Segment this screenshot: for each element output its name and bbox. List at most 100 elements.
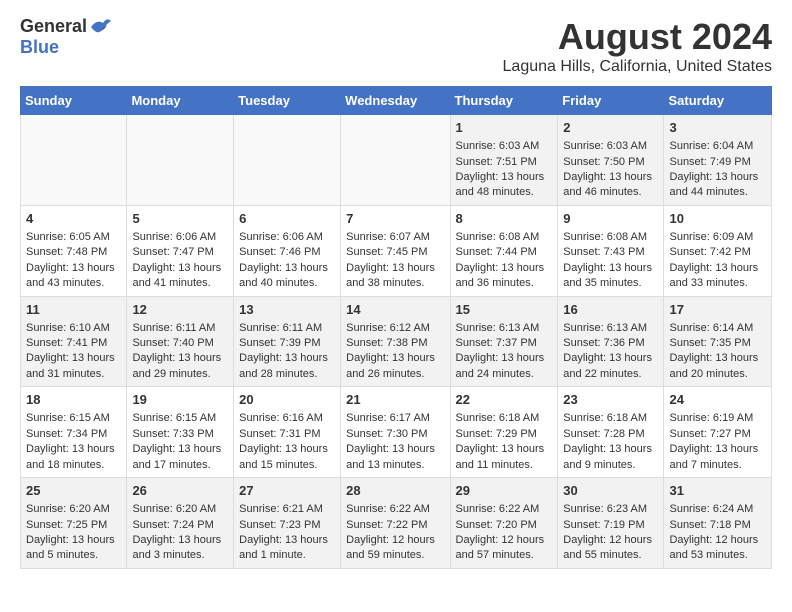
calendar-cell: 27Sunrise: 6:21 AMSunset: 7:23 PMDayligh… xyxy=(234,478,341,569)
day-number: 5 xyxy=(132,210,228,228)
cell-text: Sunset: 7:22 PM xyxy=(346,518,444,533)
day-number: 18 xyxy=(26,391,121,409)
cell-text: Daylight: 13 hours and 41 minutes. xyxy=(132,261,228,292)
day-number: 28 xyxy=(346,482,444,500)
calendar-cell: 28Sunrise: 6:22 AMSunset: 7:22 PMDayligh… xyxy=(341,478,450,569)
calendar-week-row: 4Sunrise: 6:05 AMSunset: 7:48 PMDaylight… xyxy=(21,205,772,296)
cell-text: Sunrise: 6:05 AM xyxy=(26,230,121,245)
cell-text: Daylight: 13 hours and 36 minutes. xyxy=(456,261,553,292)
cell-text: Sunrise: 6:11 AM xyxy=(132,321,228,336)
day-number: 24 xyxy=(669,391,766,409)
calendar-cell xyxy=(127,115,234,206)
calendar-cell: 7Sunrise: 6:07 AMSunset: 7:45 PMDaylight… xyxy=(341,205,450,296)
cell-text: Sunset: 7:23 PM xyxy=(239,518,335,533)
cell-text: Sunrise: 6:22 AM xyxy=(456,502,553,517)
calendar-cell: 3Sunrise: 6:04 AMSunset: 7:49 PMDaylight… xyxy=(664,115,772,206)
cell-text: Sunset: 7:45 PM xyxy=(346,245,444,260)
cell-text: Sunrise: 6:12 AM xyxy=(346,321,444,336)
calendar-cell: 14Sunrise: 6:12 AMSunset: 7:38 PMDayligh… xyxy=(341,296,450,387)
page-header: General Blue August 2024 Laguna Hills, C… xyxy=(20,16,772,76)
cell-text: Daylight: 13 hours and 20 minutes. xyxy=(669,351,766,382)
cell-text: Daylight: 13 hours and 5 minutes. xyxy=(26,533,121,564)
day-number: 29 xyxy=(456,482,553,500)
cell-text: Sunset: 7:34 PM xyxy=(26,427,121,442)
day-number: 19 xyxy=(132,391,228,409)
subtitle: Laguna Hills, California, United States xyxy=(503,58,772,76)
calendar-week-row: 1Sunrise: 6:03 AMSunset: 7:51 PMDaylight… xyxy=(21,115,772,206)
day-number: 21 xyxy=(346,391,444,409)
day-number: 31 xyxy=(669,482,766,500)
cell-text: Sunrise: 6:06 AM xyxy=(239,230,335,245)
cell-text: Sunset: 7:20 PM xyxy=(456,518,553,533)
cell-text: Daylight: 13 hours and 9 minutes. xyxy=(563,442,658,473)
cell-text: Sunset: 7:28 PM xyxy=(563,427,658,442)
cell-text: Daylight: 13 hours and 33 minutes. xyxy=(669,261,766,292)
cell-text: Daylight: 13 hours and 13 minutes. xyxy=(346,442,444,473)
cell-text: Sunrise: 6:07 AM xyxy=(346,230,444,245)
cell-text: Sunset: 7:46 PM xyxy=(239,245,335,260)
cell-text: Daylight: 13 hours and 40 minutes. xyxy=(239,261,335,292)
day-number: 11 xyxy=(26,301,121,319)
cell-text: Sunset: 7:33 PM xyxy=(132,427,228,442)
cell-text: Daylight: 13 hours and 3 minutes. xyxy=(132,533,228,564)
calendar-cell: 8Sunrise: 6:08 AMSunset: 7:44 PMDaylight… xyxy=(450,205,558,296)
day-number: 20 xyxy=(239,391,335,409)
cell-text: Sunset: 7:37 PM xyxy=(456,336,553,351)
cell-text: Sunset: 7:25 PM xyxy=(26,518,121,533)
calendar-cell: 30Sunrise: 6:23 AMSunset: 7:19 PMDayligh… xyxy=(558,478,664,569)
calendar-cell: 29 Sunrise: 6:22 AMSunset: 7:20 PMDayligh… xyxy=(450,478,558,569)
day-number: 27 xyxy=(239,482,335,500)
calendar-cell: 18 Sunrise: 6:15 AMSunset: 7:34 PMDayligh… xyxy=(21,387,127,478)
cell-text: Sunset: 7:18 PM xyxy=(669,518,766,533)
cell-text: Daylight: 13 hours and 11 minutes. xyxy=(456,442,553,473)
day-number: 9 xyxy=(563,210,658,228)
cell-text: Daylight: 13 hours and 18 minutes. xyxy=(26,442,121,473)
cell-text: Sunrise: 6:19 AM xyxy=(669,411,766,426)
cell-text: Sunset: 7:51 PM xyxy=(456,155,553,170)
calendar-table: SundayMondayTuesdayWednesdayThursdayFrid… xyxy=(20,86,772,569)
cell-text: Sunrise: 6:18 AM xyxy=(563,411,658,426)
day-number: 4 xyxy=(26,210,121,228)
cell-text: Sunrise: 6:15 AM xyxy=(26,411,121,426)
cell-text: Sunset: 7:24 PM xyxy=(132,518,228,533)
calendar-header-monday: Monday xyxy=(127,87,234,115)
cell-text: Sunset: 7:40 PM xyxy=(132,336,228,351)
calendar-cell: 20Sunrise: 6:16 AMSunset: 7:31 PMDayligh… xyxy=(234,387,341,478)
logo-general-text: General xyxy=(20,16,87,37)
cell-text: Sunrise: 6:08 AM xyxy=(456,230,553,245)
day-number: 23 xyxy=(563,391,658,409)
day-number: 6 xyxy=(239,210,335,228)
cell-text: Sunset: 7:38 PM xyxy=(346,336,444,351)
calendar-header-sunday: Sunday xyxy=(21,87,127,115)
cell-text: Sunrise: 6:03 AM xyxy=(563,139,658,154)
cell-text: Daylight: 13 hours and 29 minutes. xyxy=(132,351,228,382)
calendar-header-friday: Friday xyxy=(558,87,664,115)
day-number: 22 xyxy=(456,391,553,409)
cell-text: Sunset: 7:47 PM xyxy=(132,245,228,260)
main-title: August 2024 xyxy=(503,16,772,58)
cell-text: Sunrise: 6:17 AM xyxy=(346,411,444,426)
calendar-cell: 26Sunrise: 6:20 AMSunset: 7:24 PMDayligh… xyxy=(127,478,234,569)
calendar-week-row: 11Sunrise: 6:10 AMSunset: 7:41 PMDayligh… xyxy=(21,296,772,387)
logo-blue-text: Blue xyxy=(20,37,59,58)
cell-text: Sunset: 7:29 PM xyxy=(456,427,553,442)
cell-text: Daylight: 12 hours and 57 minutes. xyxy=(456,533,553,564)
calendar-cell xyxy=(234,115,341,206)
cell-text: Daylight: 13 hours and 15 minutes. xyxy=(239,442,335,473)
day-number: 10 xyxy=(669,210,766,228)
cell-text: Daylight: 13 hours and 43 minutes. xyxy=(26,261,121,292)
cell-text: Sunset: 7:39 PM xyxy=(239,336,335,351)
cell-text: Sunset: 7:50 PM xyxy=(563,155,658,170)
title-section: August 2024 Laguna Hills, California, Un… xyxy=(503,16,772,76)
cell-text: Sunset: 7:41 PM xyxy=(26,336,121,351)
cell-text: Sunrise: 6:16 AM xyxy=(239,411,335,426)
logo: General Blue xyxy=(20,16,113,58)
calendar-cell: 23 Sunrise: 6:18 AMSunset: 7:28 PMDayligh… xyxy=(558,387,664,478)
cell-text: Sunrise: 6:23 AM xyxy=(563,502,658,517)
cell-text: Daylight: 12 hours and 59 minutes. xyxy=(346,533,444,564)
day-number: 7 xyxy=(346,210,444,228)
calendar-header-thursday: Thursday xyxy=(450,87,558,115)
cell-text: Sunset: 7:27 PM xyxy=(669,427,766,442)
cell-text: Sunrise: 6:03 AM xyxy=(456,139,553,154)
cell-text: Daylight: 13 hours and 22 minutes. xyxy=(563,351,658,382)
